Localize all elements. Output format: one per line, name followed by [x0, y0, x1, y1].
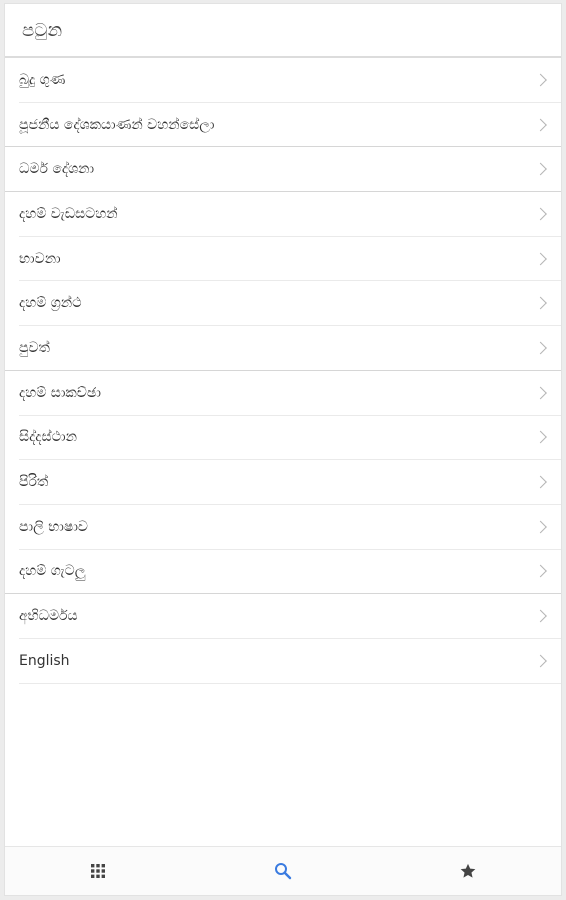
menu-item-label: දහම් ග්‍රන්ථ — [19, 295, 82, 312]
menu-item-label: පුවත් — [19, 339, 50, 356]
menu-item-dharma-sermons[interactable]: ධර්ම දේශනා — [5, 147, 561, 193]
chevron-right-icon — [534, 341, 547, 355]
menu-item-label: දහම් ගැටලු — [19, 563, 86, 580]
menu-item-abhidharma[interactable]: අභිධර්මය — [19, 594, 561, 639]
menu-item-label: English — [19, 652, 70, 669]
menu-item-label: බුදු ගුණ — [19, 71, 66, 88]
search-icon — [274, 863, 292, 880]
menu-item-label: දහම් වැඩසටහන් — [19, 205, 118, 222]
menu-item-english[interactable]: English — [19, 639, 561, 684]
menu-item-label: සිද්දස්ථාන — [19, 429, 78, 446]
chevron-right-icon — [534, 430, 547, 444]
grid-icon — [90, 864, 105, 878]
chevron-right-icon — [534, 73, 547, 87]
menu-item-dharma-problems[interactable]: දහම් ගැටලු — [5, 550, 561, 595]
menu-item-meditation[interactable]: භාවනා — [19, 237, 561, 282]
menu-item-label: භාවනා — [19, 250, 61, 267]
menu-item-label: අභිධර්මය — [19, 608, 78, 625]
menu-item-preachers[interactable]: පූජනීය දේශකයාණන් වහන්සේලා — [5, 103, 561, 148]
menu-item-label: පූජනීය දේශකයාණන් වහන්සේලා — [19, 116, 215, 133]
menu-item-dharma-discussions[interactable]: දහම් සාකච්ඡා — [19, 371, 561, 416]
chevron-right-icon — [534, 654, 547, 668]
chevron-right-icon — [534, 296, 547, 310]
chevron-right-icon — [534, 609, 547, 623]
menu-item-label: පාලි භාෂාව — [19, 518, 88, 535]
menu-item-pirith[interactable]: පිරිත් — [19, 460, 561, 505]
menu-item-label: දහම් සාකච්ඡා — [19, 384, 101, 401]
tab-favorites[interactable] — [376, 847, 561, 895]
menu-item-budu-guna[interactable]: බුදු ගුණ — [19, 58, 561, 103]
tab-search[interactable] — [190, 847, 375, 895]
menu-list: බුදු ගුණ පූජනීය දේශකයාණන් වහන්සේලා ධර්ම … — [5, 58, 561, 684]
page-title: පටුන — [22, 19, 63, 41]
header: පටුන — [5, 4, 561, 58]
menu-item-news[interactable]: පුවත් — [5, 326, 561, 371]
chevron-right-icon — [534, 565, 547, 578]
chevron-right-icon — [534, 162, 547, 176]
star-icon — [460, 863, 476, 878]
bottom-tab-bar — [5, 846, 561, 895]
chevron-right-icon — [534, 118, 547, 131]
menu-item-pali-language[interactable]: පාලි භාෂාව — [19, 505, 561, 550]
tab-categories[interactable] — [5, 847, 190, 895]
menu-item-label: ධර්ම දේශනා — [19, 161, 95, 178]
chevron-right-icon — [534, 252, 547, 265]
menu-item-sacred-places[interactable]: සිද්දස්ථාන — [19, 416, 561, 461]
chevron-right-icon — [534, 386, 547, 400]
app-window: පටුන බුදු ගුණ පූජනීය දේශකයාණන් වහන්සේලා … — [4, 3, 562, 896]
menu-item-dharma-books[interactable]: දහම් ග්‍රන්ථ — [19, 281, 561, 327]
menu-item-dharma-programs[interactable]: දහම් වැඩසටහන් — [19, 192, 561, 237]
menu-item-label: පිරිත් — [19, 474, 49, 491]
chevron-right-icon — [534, 520, 547, 534]
chevron-right-icon — [534, 475, 547, 489]
chevron-right-icon — [534, 207, 547, 221]
